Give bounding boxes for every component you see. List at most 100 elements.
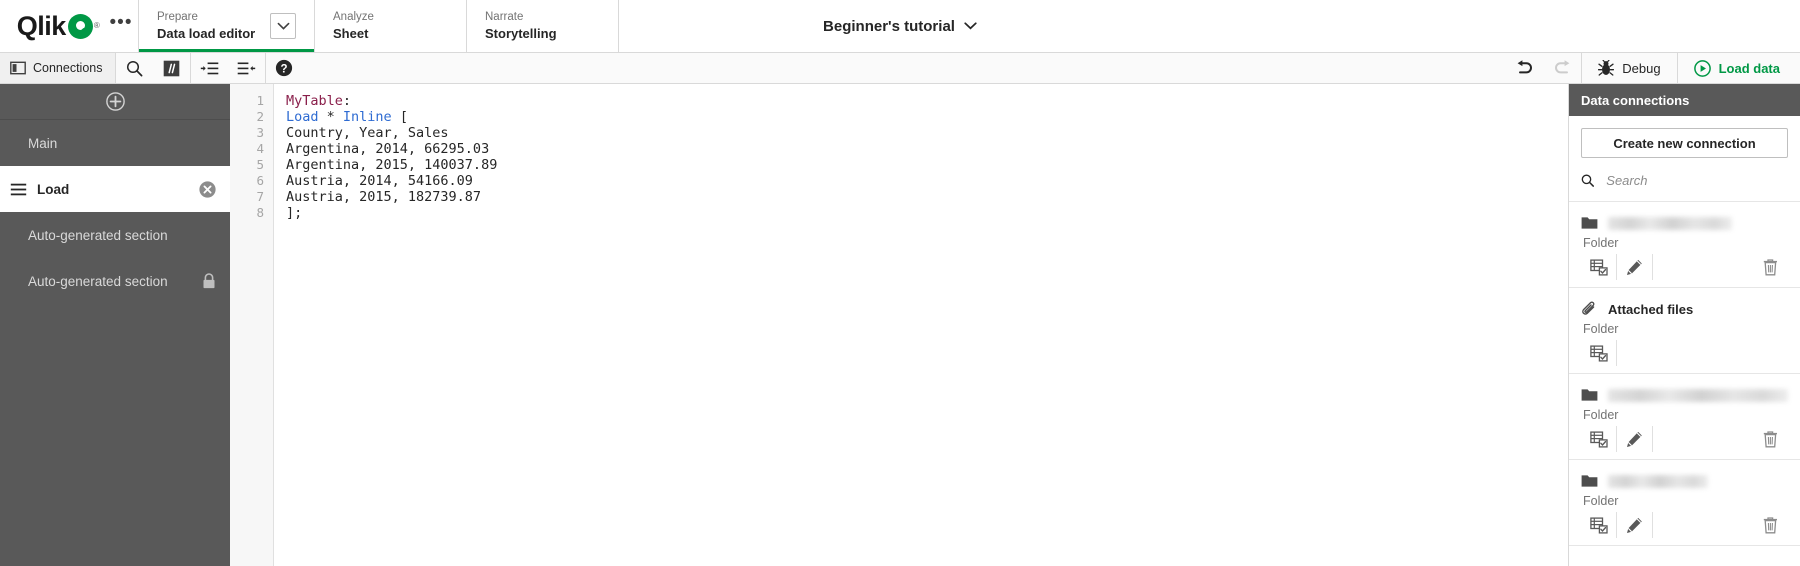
select-data-button[interactable] [1581,254,1617,280]
connection-name: Attached files [1608,301,1694,317]
connections-label: Connections [33,61,103,75]
bug-icon [1598,59,1615,76]
connection-type: Folder [1583,236,1619,250]
toggle-connections-button[interactable]: Connections [0,53,115,83]
script-sections-sidebar: Main Load Auto-generated section Auto-ge… [0,84,230,566]
indent-increase-icon [200,61,218,74]
code-line: ]; [286,205,1568,221]
connection-item[interactable]: Folder [1569,460,1800,546]
select-data-icon [1589,258,1608,276]
code-line: Argentina, 2015, 140037.89 [286,157,1568,173]
connection-header [1581,470,1788,492]
qlik-data-load-editor: Qlik ® ••• Prepare Data load editor Analy… [0,0,1800,566]
create-new-connection-button[interactable]: Create new connection [1581,128,1788,158]
code-token: Argentina, 2014, 66295.03 [286,141,490,157]
delete-button[interactable] [1752,254,1788,280]
connection-item[interactable]: Attached files Folder [1569,288,1800,374]
nav-tab-analyze[interactable]: Analyze Sheet [314,0,466,52]
code-token: Austria, 2014, 54166.09 [286,173,473,189]
script-editor[interactable]: 12345678 MyTable: Load * Inline [Country,… [230,84,1568,566]
sidebar-item-auto-generated-1[interactable]: Auto-generated section [0,212,230,258]
line-number: 4 [256,141,264,156]
chevron-down-icon [277,22,289,30]
edit-icon [1627,517,1642,533]
connection-header: Attached files [1581,298,1788,320]
load-data-label: Load data [1718,60,1780,76]
sidebar-item-main[interactable]: Main [0,120,230,166]
overflow-menu-button[interactable]: ••• [104,0,138,52]
delete-button[interactable] [1752,426,1788,452]
code-token: * [318,109,343,125]
script-code-area[interactable]: MyTable: Load * Inline [Country, Year, Sa… [274,84,1568,566]
edit-button[interactable] [1617,512,1653,538]
search-button[interactable] [116,53,153,83]
nav-tab-prepare[interactable]: Prepare Data load editor [138,0,314,52]
play-circle-icon [1693,59,1711,77]
locked-indicator [202,273,216,289]
code-token: [ [391,109,408,125]
drag-handle-icon[interactable] [10,183,27,196]
folder-icon [1581,475,1598,487]
create-connection-container: Create new connection [1569,116,1800,158]
line-number: 2 [256,109,264,124]
select-data-button[interactable] [1581,426,1617,452]
connection-type: Folder [1583,322,1619,336]
delete-button[interactable] [1752,512,1788,538]
line-number: 1 [256,93,264,108]
code-line: Austria, 2015, 182739.87 [286,189,1568,205]
indent-decrease-button[interactable] [228,53,265,83]
connection-actions [1581,253,1788,281]
add-section-button[interactable] [0,84,230,120]
toolbar-group-search [114,53,190,83]
delete-section-button[interactable] [199,180,216,198]
code-line: Argentina, 2014, 66295.03 [286,141,1568,157]
data-connections-panel: Data connections Create new connection F… [1568,84,1800,566]
select-data-button[interactable] [1581,340,1617,366]
search-input[interactable] [1604,172,1788,189]
code-token: Load [286,109,319,125]
connection-item[interactable]: Folder [1569,374,1800,460]
toolbar-group-help: ? [264,53,303,83]
app-title-menu[interactable]: Beginner's tutorial [823,18,977,35]
connection-search[interactable] [1569,158,1800,202]
indent-decrease-icon [237,61,255,74]
line-number-gutter: 12345678 [230,84,274,566]
comment-button[interactable] [153,53,190,83]
connection-item[interactable]: Folder [1569,202,1800,288]
edit-icon [1627,431,1642,447]
code-line: Austria, 2014, 54166.09 [286,173,1568,189]
paperclip-icon [1582,301,1595,315]
code-token: ]; [286,205,303,221]
connection-name-redacted [1608,388,1788,402]
folder-icon [1581,217,1598,229]
svg-text:?: ? [280,63,287,75]
connection-name-redacted [1608,216,1732,230]
edit-button[interactable] [1617,426,1653,452]
connection-actions [1581,511,1788,539]
edit-button[interactable] [1617,254,1653,280]
delete-icon [1763,430,1777,447]
code-line: Country, Year, Sales [286,125,1568,141]
connections-list: Folder Attached files Folder Folder Folder [1569,202,1800,546]
sidebar-item-load[interactable]: Load [0,166,230,212]
qlik-logo[interactable]: Qlik ® [0,0,104,52]
load-data-button[interactable]: Load data [1676,53,1800,83]
line-number: 6 [256,173,264,188]
sidebar-item-label: Load [37,181,70,197]
paperclip-icon [1581,301,1598,318]
select-data-icon [1589,344,1608,362]
select-data-button[interactable] [1581,512,1617,538]
prepare-dropdown-button[interactable] [270,13,296,39]
indent-increase-button[interactable] [191,53,228,83]
help-button[interactable]: ? [266,53,303,83]
undo-icon [1517,60,1532,74]
help-icon: ? [275,59,293,77]
nav-tab-narrate[interactable]: Narrate Storytelling [466,0,618,52]
redo-button[interactable] [1543,53,1581,83]
debug-button[interactable]: Debug [1581,53,1676,83]
sidebar-item-auto-generated-2[interactable]: Auto-generated section [0,258,230,304]
select-data-icon [1589,516,1608,534]
line-number: 8 [256,205,264,220]
undo-button[interactable] [1505,53,1543,83]
